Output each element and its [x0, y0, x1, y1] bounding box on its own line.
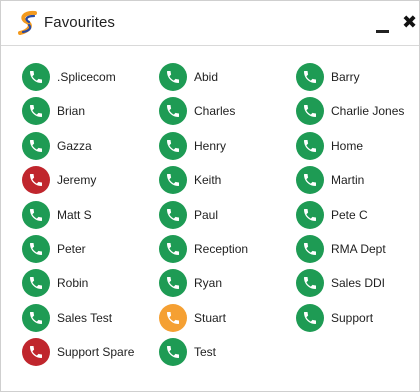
phone-icon[interactable]	[296, 97, 324, 125]
contact-name: Matt S	[57, 208, 92, 222]
contact-item[interactable]: RMA Dept	[296, 235, 386, 263]
contact-item[interactable]: Matt S	[22, 201, 92, 229]
contact-item[interactable]: Sales Test	[22, 304, 112, 332]
close-icon[interactable]: ✖	[402, 13, 419, 33]
phone-icon[interactable]	[22, 338, 50, 366]
contact-name: Keith	[194, 173, 222, 187]
contact-name: Martin	[331, 173, 365, 187]
app-logo-icon	[17, 10, 39, 36]
contact-item[interactable]: Test	[159, 338, 216, 366]
phone-icon[interactable]	[296, 63, 324, 91]
contact-item[interactable]: Charlie Jones	[296, 97, 404, 125]
phone-icon[interactable]	[159, 63, 187, 91]
contact-item[interactable]: Support	[296, 304, 373, 332]
contact-name: RMA Dept	[331, 242, 386, 256]
phone-icon[interactable]	[296, 132, 324, 160]
phone-icon[interactable]	[159, 304, 187, 332]
phone-icon[interactable]	[296, 235, 324, 263]
phone-icon[interactable]	[22, 166, 50, 194]
contact-name: Henry	[194, 139, 227, 153]
title-bar: Favourites ✖	[1, 1, 419, 46]
phone-icon[interactable]	[159, 201, 187, 229]
contact-name: Jeremy	[57, 173, 97, 187]
contact-name: Pete C	[331, 208, 368, 222]
contact-item[interactable]: Brian	[22, 97, 85, 125]
contact-item[interactable]: Robin	[22, 269, 88, 297]
phone-icon[interactable]	[22, 235, 50, 263]
phone-icon[interactable]	[22, 132, 50, 160]
contact-item[interactable]: Sales DDI	[296, 269, 385, 297]
contact-name: Home	[331, 139, 364, 153]
contact-name: Sales Test	[57, 311, 113, 325]
phone-icon[interactable]	[159, 132, 187, 160]
contact-item[interactable]: Gazza	[22, 132, 92, 160]
phone-icon[interactable]	[159, 97, 187, 125]
contact-item[interactable]: Stuart	[159, 304, 226, 332]
contact-item[interactable]: Pete C	[296, 201, 368, 229]
contact-name: Reception	[194, 242, 249, 256]
contact-name: Peter	[57, 242, 86, 256]
contact-item[interactable]: Jeremy	[22, 166, 96, 194]
contact-item[interactable]: Martin	[296, 166, 364, 194]
phone-icon[interactable]	[296, 269, 324, 297]
contact-name: Barry	[331, 70, 360, 84]
phone-icon[interactable]	[296, 201, 324, 229]
phone-icon[interactable]	[159, 235, 187, 263]
contact-item[interactable]: Ryan	[159, 269, 222, 297]
phone-icon[interactable]	[22, 269, 50, 297]
contact-item[interactable]: Keith	[159, 166, 221, 194]
phone-icon[interactable]	[159, 338, 187, 366]
phone-icon[interactable]	[22, 97, 50, 125]
contact-item[interactable]: Peter	[22, 235, 86, 263]
contact-item[interactable]: Henry	[159, 132, 226, 160]
contact-name: Test	[194, 345, 217, 359]
contact-item[interactable]: Home	[296, 132, 363, 160]
contact-name: Charles	[194, 104, 236, 118]
contact-item[interactable]: Barry	[296, 63, 360, 91]
contact-item[interactable]: Charles	[159, 97, 235, 125]
contact-name: Charlie Jones	[331, 104, 405, 118]
contact-item[interactable]: Support Spare	[22, 338, 134, 366]
contact-name: Robin	[57, 276, 89, 290]
contact-name: .Splicecom	[57, 70, 116, 84]
contact-name: Gazza	[57, 139, 92, 153]
contact-name: Support Spare	[57, 345, 135, 359]
phone-icon[interactable]	[296, 304, 324, 332]
phone-icon[interactable]	[22, 304, 50, 332]
contact-name: Support	[331, 311, 374, 325]
contact-name: Brian	[57, 104, 86, 118]
contact-name: Ryan	[194, 276, 223, 290]
contact-item[interactable]: .Splicecom	[22, 63, 116, 91]
phone-icon[interactable]	[296, 166, 324, 194]
contact-name: Stuart	[194, 311, 227, 325]
phone-icon[interactable]	[22, 201, 50, 229]
contact-item[interactable]: Paul	[159, 201, 218, 229]
contact-name: Paul	[194, 208, 219, 222]
window-title: Favourites	[44, 14, 116, 31]
contact-item[interactable]: Reception	[159, 235, 248, 263]
phone-icon[interactable]	[159, 269, 187, 297]
minimize-icon[interactable]	[373, 17, 391, 35]
phone-icon[interactable]	[22, 63, 50, 91]
contact-name: Abid	[194, 70, 219, 84]
favourites-window: Favourites ✖ .Splicecom Abid Barry Brian Cha…	[0, 0, 420, 392]
contact-item[interactable]: Abid	[159, 63, 218, 91]
phone-icon[interactable]	[159, 166, 187, 194]
contact-name: Sales DDI	[331, 276, 386, 290]
